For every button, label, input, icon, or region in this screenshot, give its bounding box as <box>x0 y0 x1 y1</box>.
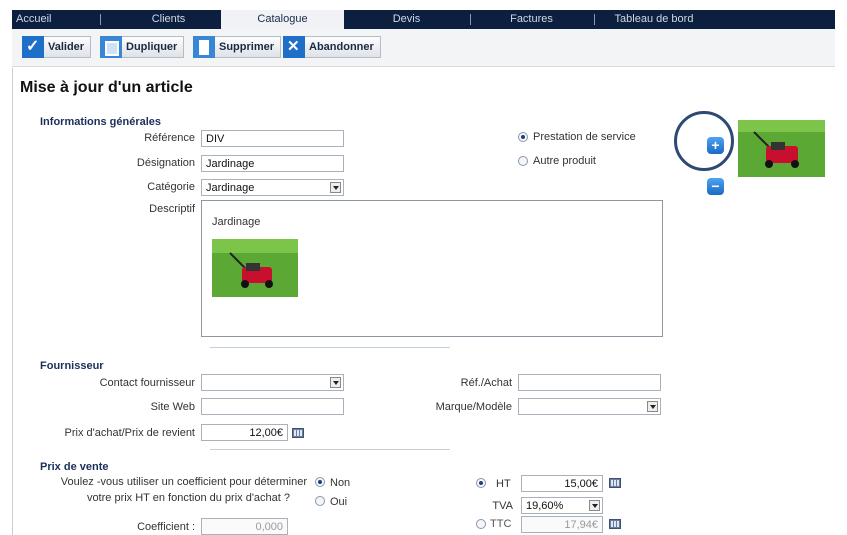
chevron-down-icon[interactable] <box>647 401 658 412</box>
chevron-down-icon[interactable] <box>330 377 341 388</box>
ht-price-input[interactable]: 15,00€ <box>521 475 603 492</box>
service-label[interactable]: Prestation de service <box>533 131 636 143</box>
coefficient-label: Coefficient : <box>137 521 195 533</box>
coefficient-no-label[interactable]: Non <box>330 477 350 489</box>
section-general-info: Informations générales <box>40 116 162 128</box>
tva-value: 19,60% <box>526 500 564 512</box>
coefficient-question-line1: Voulez -vous utiliser un coefficient pou… <box>60 476 307 488</box>
supplier-contact-label: Contact fournisseur <box>99 377 195 389</box>
calculator-icon[interactable] <box>609 519 621 529</box>
reference-label: Référence <box>144 132 195 144</box>
ttc-radio[interactable] <box>476 519 486 529</box>
tva-select[interactable]: 19,60% <box>521 497 603 514</box>
main-navigation: Accueil Clients Catalogue Devis Factures… <box>12 10 835 29</box>
ttc-label[interactable]: TTC <box>490 518 511 530</box>
ht-radio[interactable] <box>476 478 486 488</box>
article-image <box>738 120 825 177</box>
tva-label: TVA <box>492 500 513 512</box>
tab-catalogue[interactable]: Catalogue <box>221 10 344 29</box>
description-editor[interactable]: Jardinage <box>201 200 663 337</box>
purchase-ref-input[interactable] <box>518 374 661 391</box>
reference-input[interactable]: DIV <box>201 130 344 147</box>
section-supplier: Fournisseur <box>40 360 104 372</box>
mower-picture <box>212 239 298 297</box>
tab-clients[interactable]: Clients <box>116 10 221 29</box>
other-product-label[interactable]: Autre produit <box>533 155 596 167</box>
purchase-price-label: Prix d'achat/Prix de revient <box>64 427 196 439</box>
tab-devis[interactable]: Devis <box>344 10 469 29</box>
validate-label: Valider <box>48 41 85 53</box>
website-input[interactable] <box>201 398 344 415</box>
nav-separator <box>100 14 101 25</box>
delete-button[interactable]: Supprimer <box>193 35 282 58</box>
purchase-ref-label: Réf./Achat <box>460 377 512 389</box>
chevron-down-icon[interactable] <box>589 500 600 511</box>
supplier-contact-select[interactable] <box>201 374 344 391</box>
delete-label: Supprimer <box>219 41 275 53</box>
chevron-down-icon[interactable] <box>330 182 341 193</box>
purchase-price-input[interactable]: 12,00€ <box>201 424 288 441</box>
designation-input[interactable]: Jardinage <box>201 155 344 172</box>
description-label: Descriptif <box>149 203 195 215</box>
description-text: Jardinage <box>212 216 261 228</box>
content-border <box>12 68 13 535</box>
coefficient-yes-radio[interactable] <box>315 496 325 506</box>
category-select[interactable]: Jardinage <box>201 179 344 196</box>
calculator-icon[interactable] <box>609 478 621 488</box>
nav-separator <box>594 14 595 25</box>
website-label: Site Web <box>150 401 195 413</box>
section-sale-price: Prix de vente <box>40 461 109 473</box>
brand-model-label: Marque/Modèle <box>435 401 512 413</box>
duplicate-icon <box>100 35 122 58</box>
coefficient-input[interactable]: 0,000 <box>201 518 288 535</box>
cancel-label: Abandonner <box>309 41 374 53</box>
calculator-icon[interactable] <box>292 428 304 438</box>
close-icon <box>283 35 305 58</box>
coefficient-yes-label[interactable]: Oui <box>330 496 347 508</box>
cancel-button[interactable]: Abandonner <box>283 35 381 58</box>
brand-model-select[interactable] <box>518 398 661 415</box>
ht-label[interactable]: HT <box>496 478 511 490</box>
ttc-price-input[interactable]: 17,94€ <box>521 516 603 533</box>
description-image <box>212 239 298 297</box>
check-icon <box>22 35 44 58</box>
page-title: Mise à jour d'un article <box>20 79 193 96</box>
coefficient-question-line2: votre prix HT en fonction du prix d'acha… <box>86 492 290 504</box>
service-radio[interactable] <box>518 132 528 142</box>
coefficient-no-radio[interactable] <box>315 477 325 487</box>
duplicate-label: Dupliquer <box>126 41 178 53</box>
remove-image-button[interactable]: − <box>707 178 724 195</box>
tab-factures[interactable]: Factures <box>469 10 594 29</box>
validate-button[interactable]: Valider <box>22 35 92 58</box>
designation-label: Désignation <box>136 157 195 169</box>
divider <box>210 449 450 450</box>
duplicate-button[interactable]: Dupliquer <box>100 35 185 58</box>
category-value: Jardinage <box>206 182 255 194</box>
tab-tableau-de-bord[interactable]: Tableau de bord <box>594 10 714 29</box>
trash-icon <box>193 35 215 58</box>
nav-separator <box>470 14 471 25</box>
mower-picture <box>738 120 825 177</box>
divider <box>210 347 450 348</box>
action-toolbar: Valider Dupliquer Supprimer Abandonner <box>12 29 835 67</box>
other-product-radio[interactable] <box>518 156 528 166</box>
category-label: Catégorie <box>147 181 195 193</box>
highlight-circle <box>674 111 734 171</box>
